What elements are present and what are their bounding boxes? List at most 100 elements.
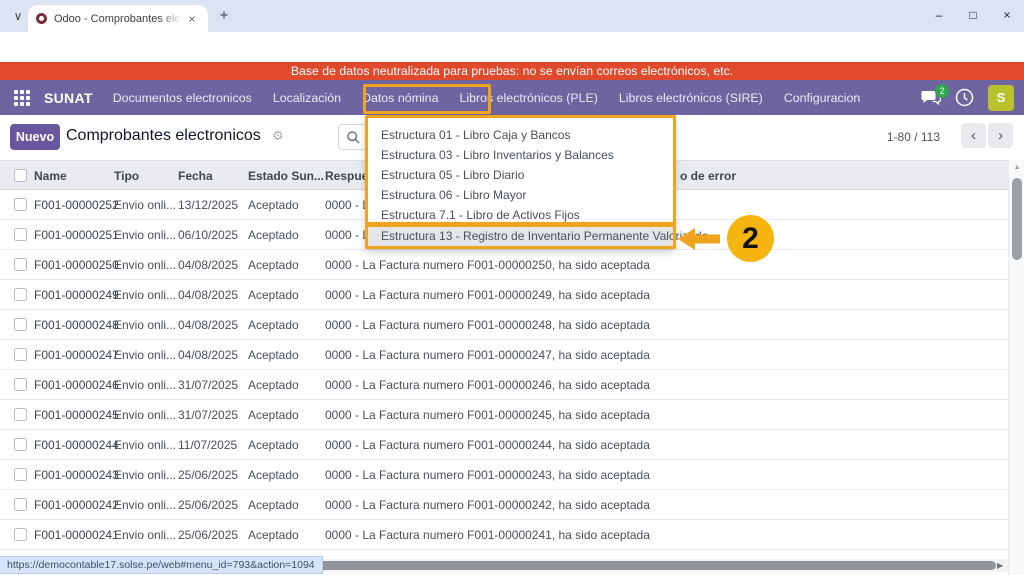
- cell-name: F001-00000251: [34, 220, 114, 250]
- row-checkbox[interactable]: [14, 198, 27, 211]
- new-record-button[interactable]: Nuevo: [10, 124, 60, 150]
- table-row[interactable]: F001-00000247Envio onli...04/08/2025Acep…: [0, 340, 1008, 370]
- cell-estado: Aceptado: [248, 490, 322, 520]
- column-header-estado[interactable]: Estado Sun...: [248, 161, 324, 191]
- row-checkbox[interactable]: [14, 228, 27, 241]
- cell-estado: Aceptado: [248, 520, 322, 550]
- neutralized-db-banner: Base de datos neutralizada para pruebas:…: [0, 62, 1024, 80]
- cell-tipo: Envio onli...: [114, 190, 176, 220]
- messages-button[interactable]: 2: [921, 90, 941, 106]
- cell-respuesta: 0000 - La Factura numero F001-00000241, …: [325, 520, 965, 550]
- cell-tipo: Envio onli...: [114, 340, 176, 370]
- table-row[interactable]: F001-00000250Envio onli...04/08/2025Acep…: [0, 250, 1008, 280]
- cell-name: F001-00000249: [34, 280, 114, 310]
- nav-item-5[interactable]: Configuracion: [784, 91, 860, 105]
- row-checkbox[interactable]: [14, 348, 27, 361]
- tab-close-icon[interactable]: ×: [184, 11, 200, 27]
- cell-estado: Aceptado: [248, 370, 322, 400]
- browser-toolbar: ← → ↻ democontable17.solse.pe/web#action…: [0, 32, 1024, 62]
- table-row[interactable]: F001-00000244Envio onli...11/07/2025Acep…: [0, 430, 1008, 460]
- column-header-codigo[interactable]: o de error: [680, 161, 736, 191]
- cell-tipo: Envio onli...: [114, 490, 176, 520]
- highlight-box-dropdown: [365, 115, 676, 225]
- column-header-name[interactable]: Name: [34, 161, 67, 191]
- cell-tipo: Envio onli...: [114, 250, 176, 280]
- cell-fecha: 04/08/2025: [178, 310, 246, 340]
- table-row[interactable]: F001-00000242Envio onli...25/06/2025Acep…: [0, 490, 1008, 520]
- nav-item-0[interactable]: Documentos electronicos: [113, 91, 252, 105]
- column-header-fecha[interactable]: Fecha: [178, 161, 213, 191]
- vertical-scrollbar[interactable]: ▲: [1008, 160, 1024, 575]
- pager-next-button[interactable]: ›: [988, 123, 1013, 148]
- nav-item-1[interactable]: Localización: [273, 91, 341, 105]
- tab-strip: ∨ Odoo - Comprobantes electron × + – □ ×: [0, 0, 1024, 32]
- cell-fecha: 25/06/2025: [178, 460, 246, 490]
- cell-fecha: 13/12/2025: [178, 190, 246, 220]
- cell-tipo: Envio onli...: [114, 310, 176, 340]
- row-checkbox[interactable]: [14, 498, 27, 511]
- messages-badge: 2: [935, 84, 949, 98]
- window-controls: – □ ×: [922, 0, 1024, 30]
- cell-name: F001-00000244: [34, 430, 114, 460]
- tab-title: Odoo - Comprobantes electron: [54, 13, 182, 25]
- scroll-right-icon[interactable]: ▶: [997, 561, 1003, 570]
- cell-name: F001-00000247: [34, 340, 114, 370]
- new-tab-button[interactable]: +: [214, 6, 234, 26]
- column-header-tipo[interactable]: Tipo: [114, 161, 139, 191]
- browser-tab[interactable]: Odoo - Comprobantes electron ×: [28, 5, 208, 32]
- cell-fecha: 04/08/2025: [178, 280, 246, 310]
- table-row[interactable]: F001-00000241Envio onli...25/06/2025Acep…: [0, 520, 1008, 550]
- odoo-favicon-icon: [36, 13, 47, 24]
- cell-respuesta: 0000 - La Factura numero F001-00000247, …: [325, 340, 965, 370]
- navbar-right: 2 S: [921, 85, 1014, 111]
- cell-fecha: 04/08/2025: [178, 250, 246, 280]
- cell-tipo: Envio onli...: [114, 220, 176, 250]
- activities-button[interactable]: [955, 88, 974, 107]
- cell-respuesta: 0000 - La Factura numero F001-00000242, …: [325, 490, 965, 520]
- status-link-tooltip: https://democontable17.solse.pe/web#menu…: [0, 556, 323, 574]
- highlight-box-estructura-13: [365, 224, 676, 249]
- table-row[interactable]: F001-00000243Envio onli...25/06/2025Acep…: [0, 460, 1008, 490]
- row-checkbox[interactable]: [14, 258, 27, 271]
- nav-item-4[interactable]: Libros electrónicos (SIRE): [619, 91, 763, 105]
- table-row[interactable]: F001-00000245Envio onli...31/07/2025Acep…: [0, 400, 1008, 430]
- row-checkbox[interactable]: [14, 288, 27, 301]
- apps-grid-icon[interactable]: [14, 90, 30, 106]
- row-checkbox[interactable]: [14, 318, 27, 331]
- cell-fecha: 06/10/2025: [178, 220, 246, 250]
- view-settings-gear-icon[interactable]: ⚙: [272, 128, 284, 144]
- minimize-button[interactable]: –: [922, 0, 956, 30]
- user-avatar[interactable]: S: [988, 85, 1014, 111]
- maximize-button[interactable]: □: [956, 0, 990, 30]
- pager-previous-button[interactable]: ‹: [961, 123, 986, 148]
- close-window-button[interactable]: ×: [990, 0, 1024, 30]
- table-row[interactable]: F001-00000249Envio onli...04/08/2025Acep…: [0, 280, 1008, 310]
- select-all-checkbox[interactable]: [14, 169, 27, 182]
- vertical-scrollbar-thumb[interactable]: [1012, 178, 1022, 260]
- cell-name: F001-00000245: [34, 400, 114, 430]
- cell-name: F001-00000248: [34, 310, 114, 340]
- row-checkbox[interactable]: [14, 438, 27, 451]
- search-icon: [347, 131, 360, 144]
- row-checkbox[interactable]: [14, 468, 27, 481]
- cell-respuesta: 0000 - La Factura numero F001-00000245, …: [325, 400, 965, 430]
- cell-tipo: Envio onli...: [114, 460, 176, 490]
- cell-estado: Aceptado: [248, 220, 322, 250]
- table-row[interactable]: F001-00000248Envio onli...04/08/2025Acep…: [0, 310, 1008, 340]
- cell-respuesta: 0000 - La Factura numero F001-00000243, …: [325, 460, 965, 490]
- annotation-step-badge: 2: [727, 215, 774, 262]
- scroll-up-icon[interactable]: ▲: [1009, 164, 1024, 171]
- cell-estado: Aceptado: [248, 250, 322, 280]
- cell-fecha: 31/07/2025: [178, 400, 246, 430]
- annotation-arrow-icon: [678, 228, 720, 250]
- row-checkbox[interactable]: [14, 408, 27, 421]
- app-brand[interactable]: SUNAT: [44, 90, 93, 106]
- table-row[interactable]: F001-00000246Envio onli...31/07/2025Acep…: [0, 370, 1008, 400]
- cell-respuesta: 0000 - La Factura numero F001-00000248, …: [325, 310, 965, 340]
- cell-name: F001-00000250: [34, 250, 114, 280]
- cell-estado: Aceptado: [248, 280, 322, 310]
- tab-search-chevron-icon[interactable]: ∨: [8, 6, 28, 26]
- cell-name: F001-00000243: [34, 460, 114, 490]
- row-checkbox[interactable]: [14, 528, 27, 541]
- row-checkbox[interactable]: [14, 378, 27, 391]
